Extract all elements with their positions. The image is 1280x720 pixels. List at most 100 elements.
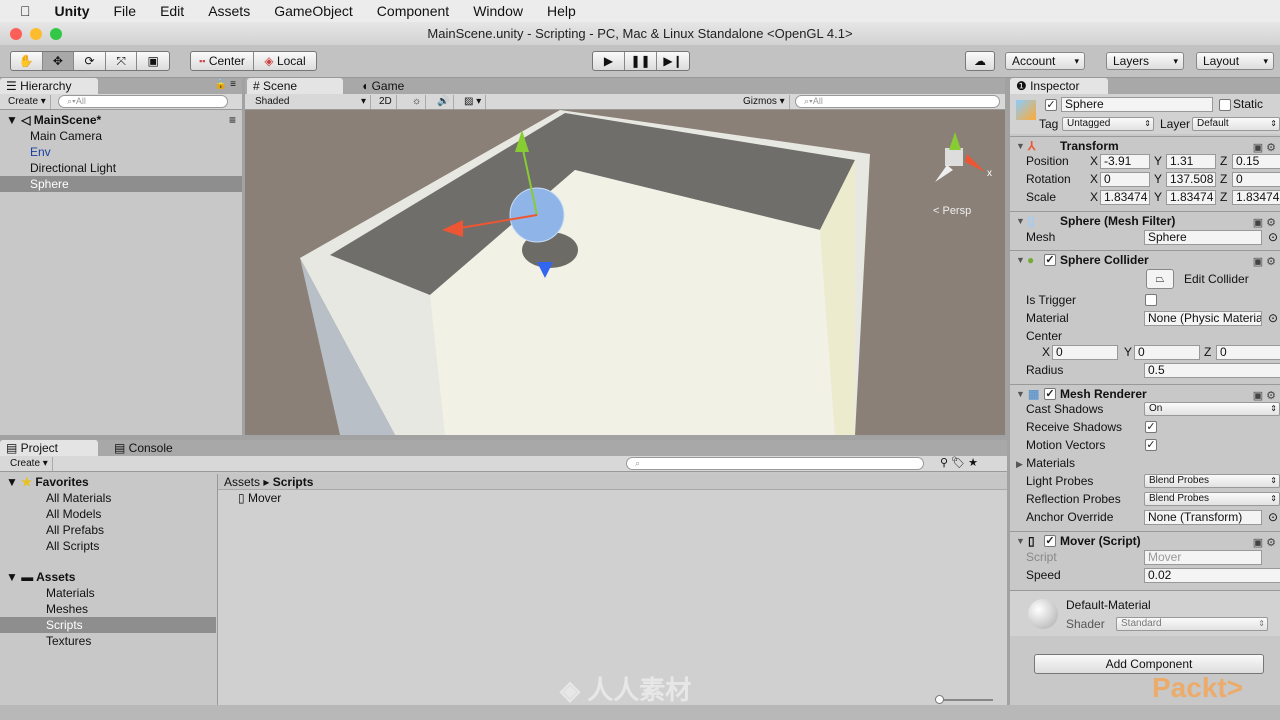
gizmos-dropdown[interactable]: Gizmos ▾ [739, 95, 790, 109]
play-button[interactable]: ▶ [593, 52, 626, 70]
tab-hierarchy[interactable]: ☰ Hierarchy [0, 78, 98, 94]
effects-icon[interactable]: ▨ ▾ [460, 95, 487, 109]
materials-foldout[interactable]: ▶ Materials [1016, 454, 1280, 472]
2d-toggle[interactable]: 2D [375, 95, 397, 109]
position-x[interactable]: -3.91 [1100, 154, 1150, 169]
scene-root[interactable]: ▼ ◁ MainScene* ≡ [0, 112, 242, 128]
menu-gameobject[interactable]: GameObject [262, 3, 365, 19]
tag-dropdown[interactable]: Untagged [1062, 117, 1154, 131]
position-z[interactable]: 0.15 [1232, 154, 1280, 169]
favorite-item[interactable]: All Materials [0, 490, 216, 506]
minimize-button[interactable] [30, 28, 42, 40]
scale-y[interactable]: 1.83474 [1166, 190, 1216, 205]
radius-field[interactable]: 0.5 [1144, 363, 1280, 378]
asset-folder[interactable]: Materials [0, 585, 216, 601]
lock-icon[interactable]: 🔒 ≡ [215, 79, 236, 90]
script-enabled-checkbox[interactable]: ✓ [1044, 535, 1056, 547]
menu-assets[interactable]: Assets [196, 3, 262, 19]
menu-edit[interactable]: Edit [148, 3, 196, 19]
mesh-filter-header[interactable]: ▼ ▯ Sphere (Mesh Filter) ▣ ⚙ [1010, 211, 1280, 229]
tab-scene[interactable]: # Scene [247, 78, 343, 94]
filter-icons[interactable]: ⚲ 🏷 ★ [940, 456, 978, 469]
file-item[interactable]: ▯ Mover [218, 490, 1007, 506]
menu-help[interactable]: Help [535, 3, 588, 19]
mover-script-header[interactable]: ▼ ▯ ✓ Mover (Script) ▣ ⚙ [1010, 531, 1280, 549]
hierarchy-item[interactable]: Sphere [0, 176, 242, 192]
cast-shadows-dropdown[interactable]: On [1144, 402, 1280, 416]
favorites-folder[interactable]: ▼ ★ Favorites [0, 474, 216, 490]
center-y[interactable]: 0 [1134, 345, 1200, 360]
hand-icon[interactable]: ✋ [11, 52, 43, 70]
sphere-collider-header[interactable]: ▼ ● ✓ Sphere Collider ▣ ⚙ [1010, 250, 1280, 268]
rotate-icon[interactable]: ⟳ [74, 52, 106, 70]
create-button[interactable]: Create ▾ [4, 95, 51, 109]
menu-component[interactable]: Component [365, 3, 461, 19]
scale-z[interactable]: 1.83474 [1232, 190, 1280, 205]
pivot-center-button[interactable]: ▪▪ Center [191, 52, 254, 70]
pivot-local-button[interactable]: ◈ Local [254, 52, 316, 70]
motion-vectors-checkbox[interactable]: ✓ [1145, 439, 1157, 451]
favorite-item[interactable]: All Scripts [0, 538, 216, 554]
tab-game[interactable]: ◖ Game [355, 78, 445, 94]
renderer-enabled-checkbox[interactable]: ✓ [1044, 388, 1056, 400]
close-button[interactable] [10, 28, 22, 40]
menu-app[interactable]: Unity [43, 3, 102, 19]
icon-size-slider[interactable] [935, 695, 993, 704]
material-field[interactable]: None (Physic Material) [1144, 311, 1262, 326]
edit-collider-button[interactable]: ⏢ [1146, 269, 1174, 289]
assets-folder[interactable]: ▼ ▬ Assets [0, 569, 216, 585]
asset-folder[interactable]: Scripts [0, 617, 216, 633]
tab-project[interactable]: ▤ Project [0, 440, 98, 456]
menu-file[interactable]: File [102, 3, 149, 19]
mesh-field[interactable]: Sphere [1144, 230, 1262, 245]
favorite-item[interactable]: All Prefabs [0, 522, 216, 538]
tab-inspector[interactable]: ❶ Inspector [1010, 78, 1108, 94]
rotation-y[interactable]: 137.508 [1166, 172, 1216, 187]
light-probes-dropdown[interactable]: Blend Probes [1144, 474, 1280, 488]
persp-label[interactable]: < Persp [933, 205, 971, 217]
gear-icon[interactable]: ▣ ⚙ [1253, 253, 1276, 271]
collider-enabled-checkbox[interactable]: ✓ [1044, 254, 1056, 266]
scene-viewport[interactable]: x < Persp [245, 110, 1005, 435]
pause-button[interactable]: ❚❚ [625, 52, 658, 70]
menu-icon[interactable]: ≡ [229, 112, 236, 128]
rotation-x[interactable]: 0 [1100, 172, 1150, 187]
object-picker-icon[interactable]: ⊙ [1268, 309, 1278, 327]
project-search[interactable]: ⌕ [626, 457, 924, 470]
layout-dropdown[interactable]: Layout [1196, 52, 1274, 70]
lighting-icon[interactable]: ☼ [408, 95, 427, 109]
step-button[interactable]: ▶❙ [657, 52, 689, 70]
scale-icon[interactable]: ⤧ [106, 52, 138, 70]
center-x[interactable]: 0 [1052, 345, 1118, 360]
account-dropdown[interactable]: Account [1005, 52, 1085, 70]
scene-search[interactable]: ⌕▾All [795, 95, 1000, 108]
audio-icon[interactable]: 🔊 [433, 95, 455, 109]
hierarchy-item[interactable]: Env [0, 144, 242, 160]
object-picker-icon[interactable]: ⊙ [1268, 508, 1278, 526]
asset-folder[interactable]: Textures [0, 633, 216, 649]
rotation-z[interactable]: 0 [1232, 172, 1280, 187]
material-section[interactable]: Default-Material Shader Standard [1010, 590, 1280, 636]
breadcrumb-item[interactable]: Scripts [273, 475, 314, 489]
tab-console[interactable]: ▤ Console [108, 440, 198, 456]
cloud-button[interactable]: ☁ [965, 51, 995, 71]
move-icon[interactable]: ✥ [42, 52, 75, 70]
zoom-button[interactable] [50, 28, 62, 40]
object-picker-icon[interactable]: ⊙ [1268, 228, 1278, 246]
is-trigger-checkbox[interactable] [1145, 294, 1157, 306]
hierarchy-item[interactable]: Directional Light [0, 160, 242, 176]
layers-dropdown[interactable]: Layers [1106, 52, 1184, 70]
scale-x[interactable]: 1.83474 [1100, 190, 1150, 205]
position-y[interactable]: 1.31 [1166, 154, 1216, 169]
static-checkbox[interactable] [1219, 99, 1231, 111]
hierarchy-search[interactable]: ⌕▾All [58, 95, 228, 108]
apple-icon[interactable]:  [0, 3, 43, 19]
center-z[interactable]: 0 [1216, 345, 1280, 360]
asset-folder[interactable]: Meshes [0, 601, 216, 617]
active-checkbox[interactable]: ✓ [1045, 99, 1057, 111]
anchor-field[interactable]: None (Transform) [1144, 510, 1262, 525]
reflection-probes-dropdown[interactable]: Blend Probes [1144, 492, 1280, 506]
name-field[interactable]: Sphere [1061, 97, 1213, 112]
hierarchy-item[interactable]: Main Camera [0, 128, 242, 144]
breadcrumb-item[interactable]: Assets [224, 475, 260, 489]
